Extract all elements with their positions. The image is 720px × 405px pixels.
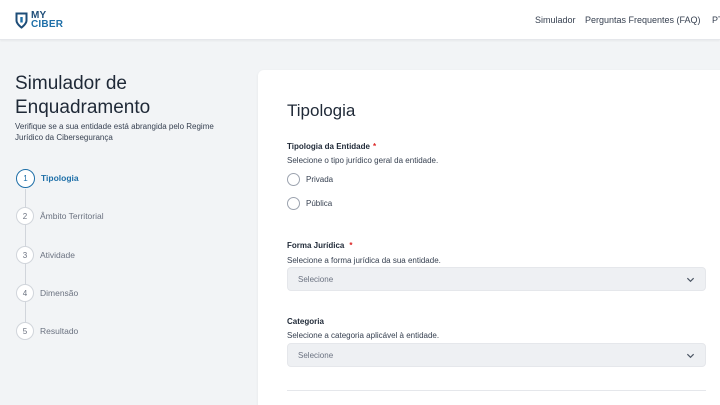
required-marker: * [372,142,377,151]
step-dimensao[interactable]: 4 Dimensão [16,284,78,302]
nav-faq[interactable]: Perguntas Frequentes (FAQ) [585,15,701,25]
categoria-label: Categoria [287,317,324,326]
chevron-down-icon [686,277,695,283]
select-value: Selecione [298,274,334,284]
page-subtitle: Verifique se a sua entidade está abrangi… [15,122,214,142]
tipologia-label-text: Tipologia da Entidade [287,142,370,151]
step-atividade[interactable]: 3 Atividade [16,246,75,264]
step-number: 5 [16,322,34,340]
page-title: Simulador de Enquadramento [15,73,151,118]
nav-language[interactable]: PT [712,15,720,25]
top-header: MY CIBER Simulador Perguntas Frequentes … [0,0,720,40]
radio-label: Privada [306,175,334,184]
required-marker: * [349,241,353,250]
categoria-help: Selecione a categoria aplicável à entida… [287,331,440,340]
step-number: 4 [16,284,34,302]
step-label: Resultado [40,326,79,336]
radio-circle[interactable] [287,173,300,186]
radio-label: Pública [306,199,333,208]
select-value: Selecione [298,350,334,360]
chevron-down-icon [686,353,695,359]
logo[interactable]: MY CIBER [15,11,64,30]
radio-publica[interactable]: Pública [287,197,332,210]
step-tipologia[interactable]: 1 Tipologia [16,168,79,188]
forma-juridica-label: Forma Jurídica * [287,241,352,250]
radio-circle[interactable] [287,197,300,210]
tipologia-help: Selecione o tipo jurídico geral da entid… [287,156,439,165]
step-number: 3 [16,246,34,264]
step-number: 2 [16,207,34,225]
categoria-select[interactable]: Selecione [287,343,706,367]
step-number: 1 [16,168,35,188]
forma-juridica-label-text: Forma Jurídica [287,241,345,250]
forma-juridica-select[interactable]: Selecione [287,267,706,291]
step-label: Dimensão [40,288,79,298]
forma-juridica-help: Selecione a forma jurídica da sua entida… [287,256,441,265]
nav-simulador[interactable]: Simulador [535,15,576,25]
radio-privada[interactable]: Privada [287,173,333,186]
step-label: Âmbito Territorial [40,211,104,221]
logo-line2: CIBER [31,19,64,30]
step-label: Atividade [40,250,75,260]
step-resultado[interactable]: 5 Resultado [16,322,78,340]
tipologia-label: Tipologia da Entidade * [287,142,376,151]
section-title: Tipologia [287,101,356,120]
step-ambito-territorial[interactable]: 2 Âmbito Territorial [16,207,104,225]
step-label: Tipologia [41,173,79,183]
shield-logo-icon [15,12,28,29]
logo-text: MY CIBER [31,11,64,30]
form-divider [287,390,706,391]
